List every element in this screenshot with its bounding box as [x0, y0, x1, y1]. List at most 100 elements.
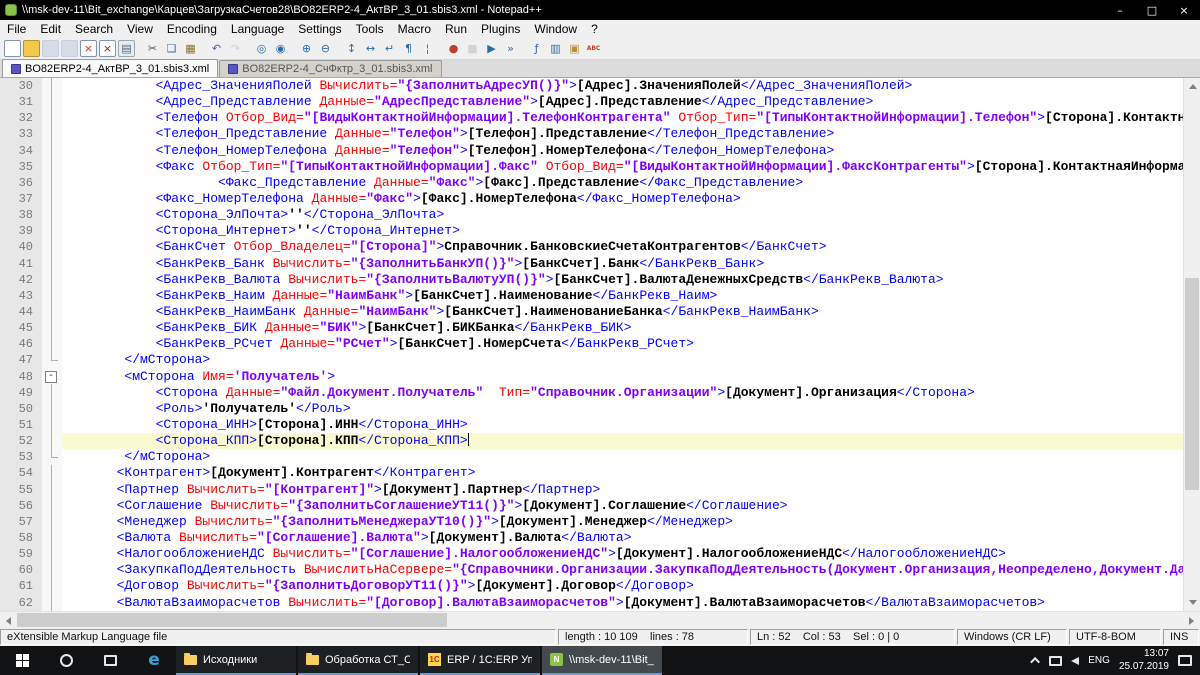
network-icon[interactable] [1049, 655, 1063, 666]
code-line-49[interactable]: 49 <Сторона Данные="Файл.Документ.Получат… [0, 384, 1183, 401]
code-line-54[interactable]: 54 <Контрагент>[Документ].Контрагент</Кон… [0, 465, 1183, 482]
zoom-in-icon[interactable]: ⊕ [298, 40, 315, 57]
function-list-icon[interactable]: ƒ [528, 40, 545, 57]
show-all-chars-icon[interactable]: ¶ [400, 40, 417, 57]
macro-record-icon[interactable]: ● [445, 40, 462, 57]
code-area[interactable]: 30 <Адрес_ЗначенияПолей Вычислить="{Запол… [0, 78, 1183, 611]
zoom-out-icon[interactable]: ⊖ [317, 40, 334, 57]
code-line-45[interactable]: 45 <БанкРекв_БИК Данные="БИК">[БанкСчет].… [0, 320, 1183, 337]
clock[interactable]: 13:07 25.07.2019 [1119, 648, 1169, 673]
vertical-scroll-thumb[interactable] [1185, 278, 1199, 490]
fold-collapse-icon[interactable]: - [45, 370, 57, 383]
taskbar-app-button[interactable]: N \\msk-dev-11\Bit_e... [542, 646, 662, 675]
save-icon[interactable] [42, 40, 59, 57]
horizontal-scrollbar[interactable] [0, 611, 1200, 628]
close-button[interactable]: × [1168, 0, 1200, 20]
code-line-43[interactable]: 43 <БанкРекв_Наим Данные="НаимБанк">[Банк… [0, 287, 1183, 305]
spell-check-icon[interactable]: ABC [585, 40, 602, 57]
close-all-icon[interactable]: × [99, 40, 116, 57]
code-line-30[interactable]: 30 <Адрес_ЗначенияПолей Вычислить="{Запол… [0, 78, 1183, 95]
folder-as-workspace-icon[interactable]: ▣ [566, 40, 583, 57]
code-line-31[interactable]: 31 <Адрес_Представление Данные="АдресПред… [0, 94, 1183, 111]
code-line-47[interactable]: 47 </мСторона> [0, 352, 1183, 369]
edge-button[interactable]: e [132, 646, 176, 675]
menu-item[interactable]: View [120, 20, 160, 38]
code-line-57[interactable]: 57 <Менеджер Вычислить="{ЗаполнитьМенедже… [0, 513, 1183, 531]
code-line-58[interactable]: 58 <Валюта Вычислить="[Соглашение].Валюта… [0, 529, 1183, 547]
sync-horizontal-icon[interactable]: ↔ [362, 40, 379, 57]
paste-icon[interactable]: ▦ [182, 40, 199, 57]
code-line-53[interactable]: 53 </мСторона> [0, 449, 1183, 466]
document-map-icon[interactable]: ▥ [547, 40, 564, 57]
code-line-56[interactable]: 56 <Соглашение Вычислить="{ЗаполнитьСогла… [0, 497, 1183, 514]
action-center-icon[interactable] [1178, 655, 1192, 666]
taskbar-app-button[interactable]: Исходники [176, 646, 296, 675]
code-line-50[interactable]: 50 <Роль>'Получатель'</Роль> [0, 400, 1183, 418]
menu-item[interactable]: Encoding [160, 20, 224, 38]
replace-icon[interactable]: ◉ [272, 40, 289, 57]
code-line-32[interactable]: 32 <Телефон Отбор_Вид="[ВидыКонтактнойИнф… [0, 110, 1183, 127]
scroll-down-arrow-icon[interactable] [1184, 594, 1200, 611]
menu-item[interactable]: Tools [349, 20, 391, 38]
save-all-icon[interactable] [61, 40, 78, 57]
start-button[interactable] [0, 646, 44, 675]
code-line-48[interactable]: 48- <мСторона Имя='Получатель'> [0, 368, 1183, 385]
code-line-37[interactable]: 37 <Факс_НомерТелефона Данные="Факс">[Фак… [0, 190, 1183, 208]
code-line-35[interactable]: 35 <Факс Отбор_Тип="[ТипыКонтактнойИнформ… [0, 158, 1183, 175]
code-line-46[interactable]: 46 <БанкРекв_РСчет Данные="РСчет">[БанкСч… [0, 336, 1183, 353]
hidden-icons-chevron-icon[interactable] [1030, 656, 1041, 667]
restore-button[interactable]: □ [1136, 0, 1168, 20]
taskbar-app-button[interactable]: 1С ERP / 1С:ERP Упра... [420, 646, 540, 675]
menu-item[interactable]: Run [438, 20, 474, 38]
menu-item[interactable]: ? [584, 20, 605, 38]
menu-item[interactable]: Language [224, 20, 291, 38]
code-line-51[interactable]: 51 <Сторона_ИНН>[Сторона].ИНН</Сторона_ИН… [0, 416, 1183, 434]
word-wrap-icon[interactable]: ↵ [381, 40, 398, 57]
task-view-button[interactable] [88, 646, 132, 675]
code-line-60[interactable]: 60 <ЗакупкаПодДеятельность ВычислитьНаСер… [0, 562, 1183, 579]
code-line-42[interactable]: 42 <БанкРекв_Валюта Вычислить="{Заполнить… [0, 271, 1183, 288]
fold-margin[interactable]: - [42, 368, 62, 385]
code-line-41[interactable]: 41 <БанкРекв_Банк Вычислить="{ЗаполнитьБа… [0, 255, 1183, 272]
code-line-39[interactable]: 39 <Сторона_Интернет>''</Сторона_Интернет… [0, 223, 1183, 240]
title-bar[interactable]: \\msk-dev-11\Bit_exchange\Карцев\Загрузк… [0, 0, 1200, 20]
code-line-36[interactable]: 36 <Факс_Представление Данные="Факс">[Фак… [0, 174, 1183, 192]
language-indicator[interactable]: ENG [1088, 655, 1110, 666]
search-button[interactable] [44, 646, 88, 675]
menu-item[interactable]: Search [68, 20, 120, 38]
print-icon[interactable]: ▤ [118, 40, 135, 57]
code-line-33[interactable]: 33 <Телефон_Представление Данные="Телефон… [0, 126, 1183, 143]
new-file-icon[interactable] [4, 40, 21, 57]
code-line-61[interactable]: 61 <Договор Вычислить="{ЗаполнитьДоговорУ… [0, 578, 1183, 595]
menu-item[interactable]: Plugins [474, 20, 527, 38]
file-tab[interactable]: BO82ERP2-4_СчФктр_3_01.sbis3.xml [219, 60, 442, 77]
code-line-34[interactable]: 34 <Телефон_НомерТелефона Данные="Телефон… [0, 142, 1183, 159]
copy-icon[interactable]: ❏ [163, 40, 180, 57]
code-line-38[interactable]: 38 <Сторона_ЭлПочта>''</Сторона_ЭлПочта> [0, 207, 1183, 224]
volume-icon[interactable] [1071, 656, 1080, 665]
code-line-55[interactable]: 55 <Партнер Вычислить="[Контрагент]">[Док… [0, 481, 1183, 498]
macro-stop-icon[interactable]: ■ [464, 40, 481, 57]
macro-run-multiple-icon[interactable]: » [502, 40, 519, 57]
menu-item[interactable]: Window [527, 20, 584, 38]
minimize-button[interactable]: – [1104, 0, 1136, 20]
code-line-40[interactable]: 40 <БанкСчет Отбор_Владелец="[Сторона]">С… [0, 239, 1183, 256]
close-file-icon[interactable]: × [80, 40, 97, 57]
scroll-right-arrow-icon[interactable] [1183, 612, 1200, 629]
menu-item[interactable]: Edit [33, 20, 68, 38]
menu-item[interactable]: File [0, 20, 33, 38]
cut-icon[interactable]: ✂ [144, 40, 161, 57]
find-icon[interactable]: ◎ [253, 40, 270, 57]
code-line-52[interactable]: 52 <Сторона_КПП>[Сторона].КПП</Сторона_КП… [0, 433, 1183, 450]
vertical-scrollbar[interactable] [1183, 78, 1200, 611]
code-line-44[interactable]: 44 <БанкРекв_НаимБанк Данные="НаимБанк">[… [0, 303, 1183, 321]
sync-vertical-icon[interactable]: ↕ [343, 40, 360, 57]
file-tab[interactable]: BO82ERP2-4_АктВР_3_01.sbis3.xml [2, 59, 219, 77]
code-line-62[interactable]: 62 <ВалютаВзаиморасчетов Вычислить="[Дого… [0, 594, 1183, 611]
undo-icon[interactable]: ↶ [208, 40, 225, 57]
scroll-up-arrow-icon[interactable] [1184, 78, 1200, 95]
open-folder-icon[interactable] [23, 40, 40, 57]
redo-icon[interactable]: ↷ [227, 40, 244, 57]
scroll-left-arrow-icon[interactable] [0, 612, 17, 629]
taskbar-app-button[interactable]: Обработка СТ_СБ... [298, 646, 418, 675]
